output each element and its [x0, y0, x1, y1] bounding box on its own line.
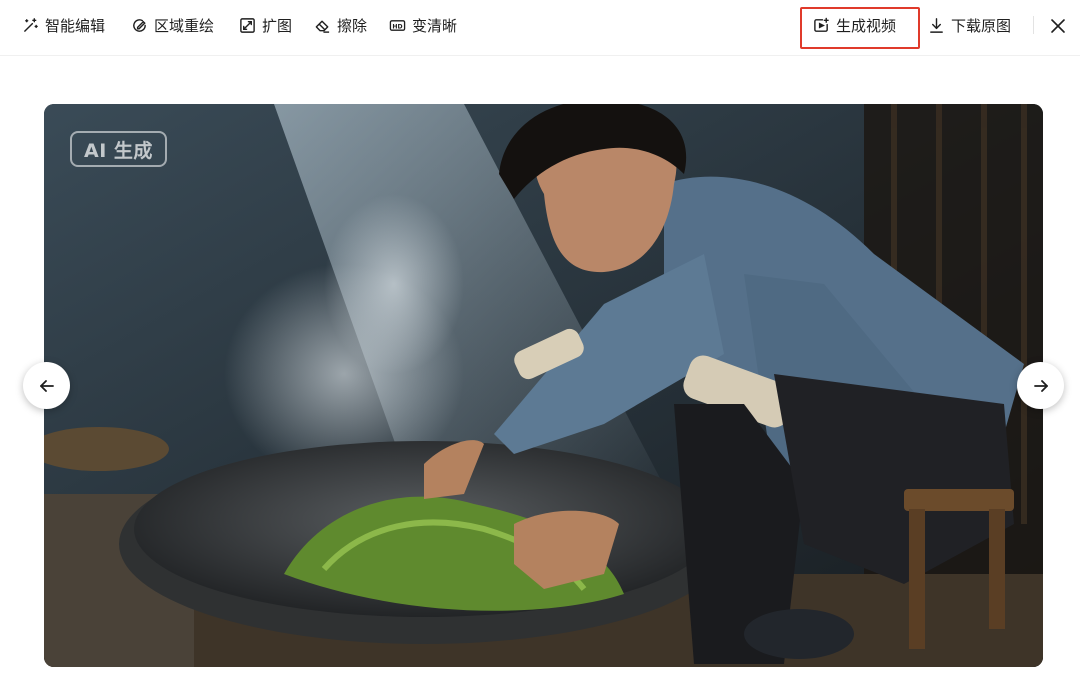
region-redraw-label: 区域重绘: [154, 16, 215, 35]
arrow-right-icon: [1033, 379, 1048, 392]
generated-image-illustration: [44, 104, 1043, 667]
eraser-icon: [315, 20, 330, 33]
image-toolbar: 智能编辑 区域重绘 扩图 擦除 HD 变清晰 生成视频 下载原图: [0, 0, 1080, 56]
erase-button[interactable]: 擦除: [314, 12, 367, 38]
next-image-button[interactable]: [1017, 362, 1064, 409]
svg-text:HD: HD: [392, 23, 402, 30]
expand-image-button[interactable]: 扩图: [239, 12, 292, 38]
close-button[interactable]: [1046, 14, 1070, 38]
generate-video-label: 生成视频: [836, 16, 897, 35]
preview-image: AI 生成: [44, 104, 1043, 667]
download-original-label: 下载原图: [951, 16, 1012, 35]
magic-wand-icon: [24, 17, 38, 32]
region-redraw-button[interactable]: 区域重绘: [131, 12, 214, 38]
erase-label: 擦除: [337, 16, 368, 35]
smart-edit-label: 智能编辑: [45, 16, 106, 35]
download-icon: [930, 17, 943, 33]
toolbar-divider: [1033, 16, 1034, 34]
hd-icon: HD: [389, 19, 406, 31]
expand-icon: [240, 17, 255, 33]
expand-image-label: 扩图: [262, 16, 293, 35]
previous-image-button[interactable]: [23, 362, 70, 409]
ai-generated-badge: AI 生成: [70, 131, 167, 167]
enhance-label: 变清晰: [412, 16, 458, 35]
smart-edit-button[interactable]: 智能编辑: [22, 12, 105, 38]
download-original-button[interactable]: 下载原图: [928, 12, 1011, 38]
generate-video-button[interactable]: 生成视频: [813, 12, 896, 38]
arrow-left-icon: [39, 379, 54, 392]
brush-circle-icon: [133, 18, 146, 32]
enhance-button[interactable]: HD 变清晰: [389, 12, 457, 38]
video-plus-icon: [814, 17, 829, 32]
close-icon: [1051, 19, 1065, 33]
